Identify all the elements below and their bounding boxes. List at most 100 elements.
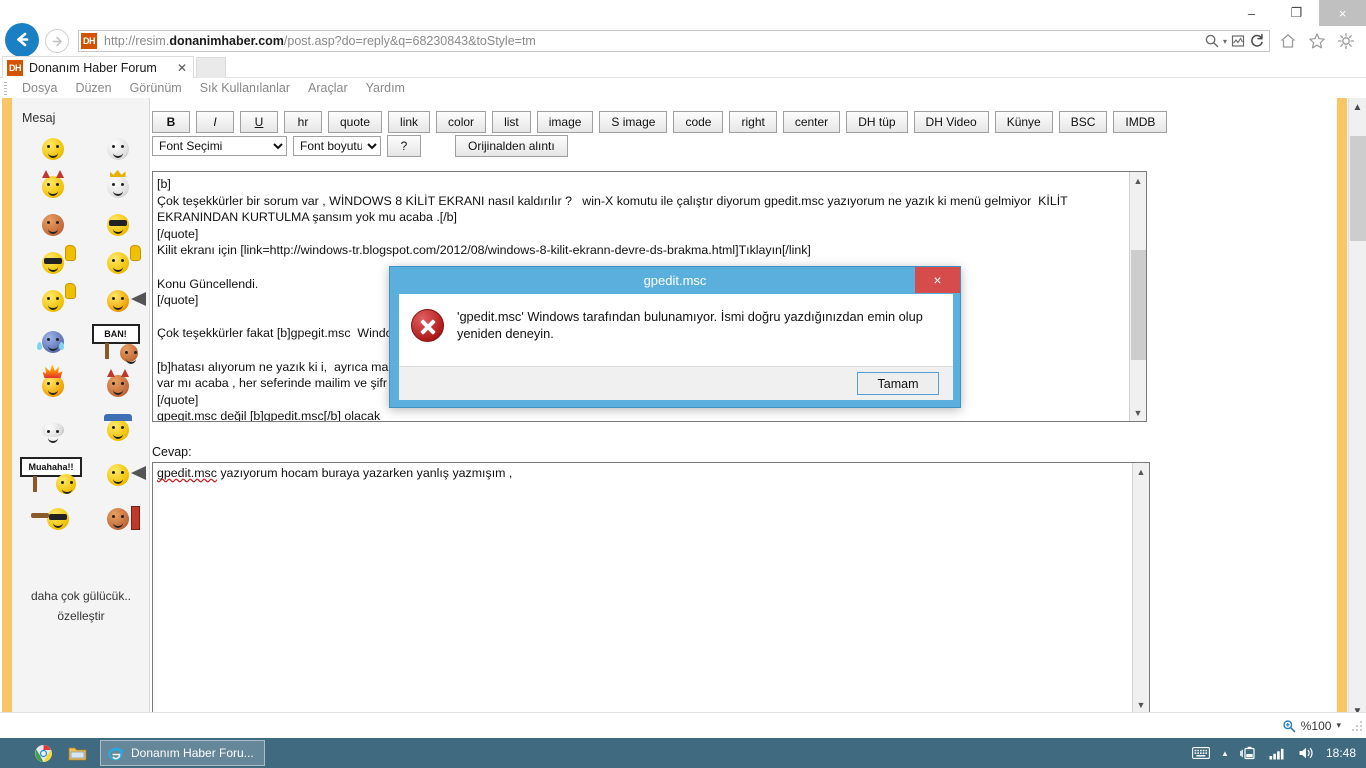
- keyboard-icon[interactable]: [1192, 747, 1210, 759]
- emoticon-smiley-brown[interactable]: [20, 214, 85, 236]
- emoticon-row: [20, 364, 150, 408]
- s-image-button[interactable]: S image: [599, 111, 668, 133]
- help-button[interactable]: ?: [387, 135, 421, 157]
- resize-grip-icon[interactable]: [1351, 719, 1363, 732]
- emoticon-smiley-book[interactable]: [85, 506, 150, 530]
- windows-taskbar: Donanım Haber Foru... ▲ 18:48: [0, 738, 1366, 768]
- scroll-up-icon[interactable]: ▲: [1130, 172, 1146, 189]
- emoticon-smiley-devil-brown[interactable]: [85, 369, 150, 397]
- emoticon-smiley-sunglasses[interactable]: [85, 214, 150, 236]
- imdb-button[interactable]: IMDB: [1113, 111, 1168, 133]
- menu-item-gorunum[interactable]: Görünüm: [121, 81, 191, 95]
- scroll-thumb[interactable]: [1131, 250, 1146, 360]
- emoticon-grid: BAN! Muahaha!!: [20, 130, 150, 540]
- page-scroll-thumb[interactable]: [1350, 136, 1366, 241]
- settings-gear-icon[interactable]: [1336, 31, 1356, 51]
- emoticon-smiley-crying-blue[interactable]: [20, 331, 85, 353]
- dialog-ok-button[interactable]: Tamam: [857, 372, 939, 395]
- zoom-control[interactable]: %100 ▾: [1282, 719, 1341, 733]
- zoom-caret-icon[interactable]: ▾: [1336, 720, 1341, 731]
- menu-item-yardim[interactable]: Yardım: [357, 81, 414, 95]
- underline-button[interactable]: U: [240, 111, 278, 133]
- taskbar-item-donanim-haber[interactable]: Donanım Haber Foru...: [100, 740, 265, 766]
- forward-button[interactable]: [45, 29, 69, 53]
- reply-textarea[interactable]: gpedit.msc yazıyorum hocam buraya yazark…: [152, 462, 1150, 714]
- dh-video-button[interactable]: DH Video: [913, 111, 989, 133]
- tab-donanim-haber-forum[interactable]: DH Donanım Haber Forum ✕: [2, 56, 194, 78]
- italic-button[interactable]: I: [196, 111, 234, 133]
- color-button[interactable]: color: [436, 111, 487, 133]
- link-button[interactable]: link: [388, 111, 431, 133]
- menu-item-duzen[interactable]: Düzen: [66, 81, 120, 95]
- list-button[interactable]: list: [492, 111, 531, 133]
- emoticon-smiley-pointing[interactable]: [20, 283, 85, 312]
- emoticon-smiley-yellow[interactable]: [20, 138, 85, 160]
- emoticon-smiley-thumbs-up[interactable]: [85, 245, 150, 274]
- address-bar-actions: ▾: [1204, 31, 1269, 51]
- sidebar-footer-line-2[interactable]: özelleştir: [12, 606, 150, 626]
- reply-textarea-scrollbar[interactable]: ▲ ▼: [1132, 463, 1149, 713]
- favorites-star-icon[interactable]: [1307, 31, 1327, 51]
- taskbar-clock[interactable]: 18:48: [1326, 746, 1356, 760]
- font-family-select[interactable]: Font Seçimi: [152, 136, 287, 156]
- page-scrollbar[interactable]: ▲ ▼: [1348, 98, 1366, 720]
- dh-tup-button[interactable]: DH tüp: [846, 111, 908, 133]
- emoticon-smiley-ufo[interactable]: [20, 423, 85, 443]
- center-align-button[interactable]: center: [782, 111, 841, 133]
- close-button[interactable]: ×: [1319, 0, 1366, 26]
- emoticon-smiley-devil[interactable]: [20, 170, 85, 198]
- reply-rest-text: yazıyorum hocam buraya yazarken yanlış y…: [216, 466, 513, 480]
- menu-item-araclar[interactable]: Araçlar: [299, 81, 357, 95]
- file-explorer-icon[interactable]: [60, 738, 94, 768]
- quote-button[interactable]: quote: [328, 111, 383, 133]
- emoticon-smiley-king-globe[interactable]: [85, 170, 150, 198]
- scroll-down-icon[interactable]: ▼: [1133, 696, 1149, 713]
- refresh-icon[interactable]: [1249, 33, 1265, 49]
- code-button[interactable]: code: [673, 111, 724, 133]
- ban-sign[interactable]: BAN!: [91, 324, 144, 364]
- emoticon-smiley-globe[interactable]: [85, 138, 150, 160]
- minimize-button[interactable]: –: [1229, 0, 1274, 26]
- network-signal-icon[interactable]: [1269, 747, 1287, 760]
- page-scroll-up-icon[interactable]: ▲: [1349, 98, 1366, 116]
- search-icon[interactable]: [1204, 33, 1220, 49]
- kunye-button[interactable]: Künye: [994, 111, 1053, 133]
- menu-item-sik-kullanilanlar[interactable]: Sık Kullanılanlar: [191, 81, 299, 95]
- original-quote-button[interactable]: Orijinalden alıntı: [455, 135, 568, 157]
- emoticon-smiley-broom-viking[interactable]: [20, 508, 85, 530]
- maximize-button[interactable]: ❐: [1274, 0, 1319, 26]
- emoticon-smiley-police-hat[interactable]: [85, 414, 150, 441]
- emoticon-smiley-muahaha-sign[interactable]: Muahaha!!: [20, 457, 85, 494]
- new-tab-button[interactable]: [196, 57, 226, 78]
- bold-button[interactable]: B: [152, 111, 190, 133]
- tab-close-icon[interactable]: ✕: [174, 61, 190, 75]
- home-icon[interactable]: [1278, 31, 1298, 51]
- muahaha-sign[interactable]: Muahaha!!: [20, 457, 85, 494]
- bsc-button[interactable]: BSC: [1058, 111, 1108, 133]
- format-toolbar-row-1: B I U hr quote link color list image S i…: [152, 111, 1168, 133]
- chrome-action-icons: [1278, 31, 1366, 51]
- scroll-up-icon[interactable]: ▲: [1133, 463, 1149, 480]
- sidebar-footer-line-1[interactable]: daha çok gülücük..: [12, 586, 150, 606]
- right-align-button[interactable]: right: [729, 111, 777, 133]
- address-bar[interactable]: DH http://resim.donanimhaber.com/post.as…: [78, 30, 1270, 52]
- battery-icon[interactable]: [1240, 746, 1258, 760]
- chrome-icon[interactable]: [26, 738, 60, 768]
- search-dropdown-caret[interactable]: ▾: [1223, 37, 1227, 46]
- emoticon-smiley-loudspeaker[interactable]: [85, 464, 150, 486]
- image-button[interactable]: image: [536, 111, 594, 133]
- volume-icon[interactable]: [1298, 746, 1315, 760]
- hr-button[interactable]: hr: [284, 111, 322, 133]
- scroll-down-icon[interactable]: ▼: [1130, 404, 1146, 421]
- emoticon-smiley-cool-thumb[interactable]: [20, 245, 85, 274]
- back-button[interactable]: [5, 22, 39, 57]
- emoticon-smiley-ban-sign[interactable]: BAN!: [85, 324, 150, 364]
- quote-textarea-scrollbar[interactable]: ▲ ▼: [1129, 172, 1146, 421]
- emoticon-smiley-flame-head[interactable]: [20, 364, 85, 397]
- dialog-close-button[interactable]: ×: [915, 267, 960, 293]
- font-size-select[interactable]: Font boyutu: [293, 136, 381, 156]
- compatibility-view-icon[interactable]: [1230, 33, 1246, 49]
- menu-item-dosya[interactable]: Dosya: [13, 81, 66, 95]
- show-hidden-icons-icon[interactable]: ▲: [1221, 749, 1229, 758]
- emoticon-smiley-megaphone[interactable]: [85, 290, 150, 312]
